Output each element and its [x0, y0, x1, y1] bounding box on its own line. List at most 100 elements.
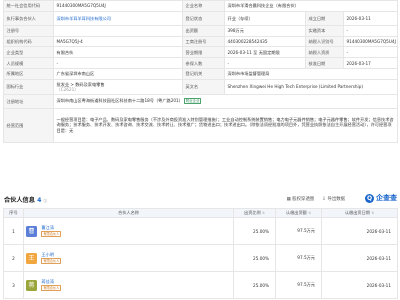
address-text: 深圳市南山区粤海街道科技园社区科技南十二路18号（粤广路201） [56, 98, 183, 104]
partner-type-tag: 有限合伙人 [41, 230, 62, 237]
equity-chart-label: 股权穿透图 [292, 197, 315, 202]
header-amount[interactable]: 认缴出资额 ⇅ [275, 208, 322, 218]
avatar: 蒋 [26, 279, 37, 291]
amount-value: 97.5万元 [275, 244, 322, 272]
partner-type-tag: 有限合伙人 [41, 284, 62, 291]
partner-cell: 王 王小明 有限合伙人 [23, 244, 234, 272]
partners-table: 序号 合伙人名称 出资比例 ⇅ 认缴出资额 ⇅ 认缴出资日期 ⇅ 1 曹 曹江涛… [3, 208, 398, 299]
partners-count: 4 [37, 197, 42, 204]
est-date-value: 2026-03-11 [343, 10, 399, 26]
partner-info: 蒋佳涛 有限合伙人 [41, 279, 62, 291]
brand-logo: Q 企查查 [365, 193, 397, 203]
date-value: 2026-03-11 [321, 217, 398, 245]
date-value: 2026-03-11 [321, 271, 398, 299]
nearby-companies-tag[interactable]: 附近企业 [183, 98, 202, 105]
header-index: 序号 [3, 208, 24, 218]
reg-no-label: 注册号 [3, 24, 54, 37]
partner-info: 曹江涛 有限合伙人 [41, 225, 62, 237]
business-scope-label: 经营范围 [3, 107, 54, 143]
ratio-value: 25.00% [233, 244, 276, 272]
partner-name-link[interactable]: 蒋佳涛 [41, 279, 61, 284]
approval-date-value: 2026-03-17 [343, 57, 399, 69]
registration-info-table: 统一社会信用代码 91440300MA5G7Q5U4J 企业名称 深圳市羊滑合晨… [3, 0, 399, 143]
business-term-value: 2026-03-11 至 无固定期限 [224, 46, 307, 59]
amount-value: 97.5万元 [275, 271, 322, 299]
header-ratio-label: 出资比例 [244, 210, 261, 215]
paid-capital-value: - [343, 24, 399, 37]
staff-size-value: - [52, 57, 184, 69]
biz-reg-label: 工商注册号 [182, 35, 226, 48]
industry-label: 国标行业 [3, 78, 54, 95]
authority-value: 深圳市市场监督管理局 [224, 67, 399, 80]
industry-value: 批发业 > 数码及家电零售 （C2621） [52, 78, 184, 95]
avatar: 曹 [26, 225, 37, 237]
paid-capital-label: 实缴资本 [305, 24, 345, 37]
status-value: 开业（存续） [224, 10, 307, 26]
row-index: 3 [3, 271, 24, 299]
company-type-value: 有限合伙 [52, 46, 184, 59]
chart-icon: ▦ [286, 196, 291, 202]
biz-reg-value: 440300228542435 [224, 35, 307, 48]
partner-cell: 蒋 蒋佳涛 有限合伙人 [23, 271, 234, 299]
partners-tools: ▦ 股权穿透图 ⇩ 导出数据 [286, 196, 345, 203]
equity-chart-tool[interactable]: ▦ 股权穿透图 [286, 196, 315, 203]
sort-icon: ⇅ [371, 211, 375, 215]
insured-count-value: - [224, 57, 307, 69]
tax-qualification-value: - [343, 46, 399, 59]
english-name-label: 英文名 [182, 78, 226, 95]
export-tool[interactable]: ⇩ 导出数据 [322, 196, 345, 203]
capital-label: 出资额 [182, 24, 226, 37]
brand-logo-text: 企查查 [376, 194, 397, 202]
capital-value: 398万元 [224, 24, 307, 37]
sort-icon: ⇅ [262, 211, 265, 215]
ratio-value: 25.00% [233, 271, 276, 299]
header-date[interactable]: 认缴出资日期 ⇅ [321, 208, 398, 218]
partners-title: 合伙人信息 4 ⓘ [4, 195, 47, 204]
ratio-value: 25.00% [233, 217, 276, 245]
header-date-label: 认缴出资日期 [344, 210, 370, 215]
partners-title-text: 合伙人信息 [4, 197, 35, 204]
table-row: 2 王 王小明 有限合伙人 25.00% 97.5万元 2026-03-11 [3, 244, 398, 272]
org-code-value: MA5G7Q5J-4 [52, 35, 184, 48]
region-value: 广东省深圳市南山区 [52, 67, 184, 80]
authority-label: 登记机关 [182, 67, 226, 80]
tax-id-label: 纳税人识别号 [305, 35, 345, 48]
insured-count-label: 参保人数 [182, 57, 226, 69]
staff-size-label: 人员规模 [3, 57, 54, 69]
sort-icon: ⇅ [308, 211, 312, 215]
industry-code: （C2621） [56, 86, 79, 92]
header-ratio[interactable]: 出资比例 ⇅ [233, 208, 276, 218]
reg-no-value [52, 24, 184, 37]
partner-name-link[interactable]: 曹江涛 [41, 225, 61, 230]
region-label: 所属地区 [3, 67, 54, 80]
approval-date-label: 核准日期 [305, 57, 345, 69]
table-row: 1 曹 曹江涛 有限合伙人 25.00% 97.5万元 2026-03-11 [3, 217, 398, 245]
header-name: 合伙人名称 [23, 208, 234, 218]
avatar: 王 [26, 252, 37, 264]
company-type-label: 企业类型 [3, 46, 54, 59]
company-name-value: 深圳市羊滑合晨科技企业（有限合伙） [224, 0, 399, 12]
brand-logo-icon: Q [365, 193, 374, 203]
credit-code-value: 91440300MA5G7Q5U4J [52, 0, 184, 12]
status-label: 登记状态 [182, 10, 226, 26]
export-icon: ⇩ [322, 196, 326, 202]
business-term-label: 营业期限 [182, 46, 226, 59]
executive-partner-link[interactable]: 深圳市羊耳羊耳科技有限公司 [57, 16, 111, 21]
table-row: 3 蒋 蒋佳涛 有限合伙人 25.00% 97.5万元 2026-03-11 [3, 271, 398, 299]
date-value: 2026-03-11 [321, 244, 398, 272]
partner-type-tag: 有限合伙人 [41, 257, 62, 264]
row-index: 1 [3, 217, 24, 245]
org-code-label: 组织机构代码 [3, 35, 54, 48]
tax-qualification-label: 纳税人资质 [305, 46, 345, 59]
est-date-label: 成立日期 [305, 10, 345, 26]
header-amount-label: 认缴出资额 [285, 210, 307, 215]
partners-section-header: 合伙人信息 4 ⓘ ▦ 股权穿透图 ⇩ 导出数据 Q 企查查 [3, 193, 397, 207]
company-name-label: 企业名称 [182, 0, 226, 12]
address-label: 注册地址 [3, 93, 54, 109]
tax-id-value: 91440300MA5G7Q5U4J [343, 35, 399, 48]
partner-cell: 曹 曹江涛 有限合伙人 [23, 217, 234, 245]
row-index: 2 [3, 244, 24, 272]
address-value: 深圳市南山区粤海街道科技园社区科技南十二路18号（粤广路201） 附近企业 [52, 93, 399, 109]
amount-value: 97.5万元 [275, 217, 322, 245]
partner-name-link[interactable]: 王小明 [41, 252, 61, 257]
